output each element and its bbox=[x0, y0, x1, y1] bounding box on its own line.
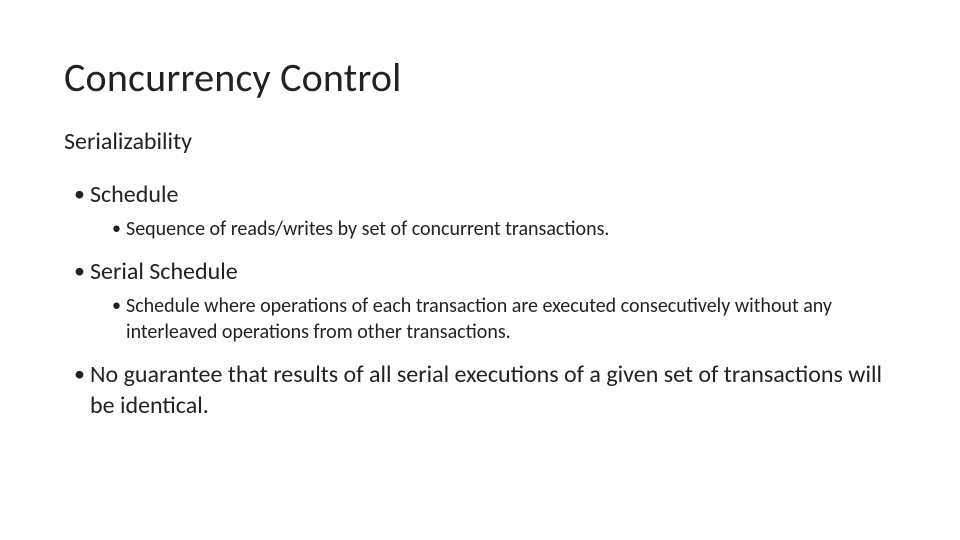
slide-title: Concurrency Control bbox=[64, 56, 896, 100]
bullet-no-guarantee: No guarantee that results of all serial … bbox=[74, 359, 896, 421]
bullet-list: Schedule Sequence of reads/writes by set… bbox=[64, 179, 896, 422]
bullet-label: Schedule bbox=[90, 180, 178, 209]
slide: Concurrency Control Serializability Sche… bbox=[0, 0, 960, 540]
sub-bullet: Sequence of reads/writes by set of concu… bbox=[112, 216, 896, 242]
slide-subtitle: Serializability bbox=[64, 128, 896, 157]
bullet-serial-schedule: Serial Schedule Schedule where operation… bbox=[74, 256, 896, 345]
bullet-schedule: Schedule Sequence of reads/writes by set… bbox=[74, 179, 896, 242]
sub-list: Schedule where operations of each transa… bbox=[90, 293, 896, 345]
bullet-label: Serial Schedule bbox=[90, 257, 238, 286]
sub-list: Sequence of reads/writes by set of concu… bbox=[90, 216, 896, 242]
sub-bullet: Schedule where operations of each transa… bbox=[112, 293, 896, 345]
